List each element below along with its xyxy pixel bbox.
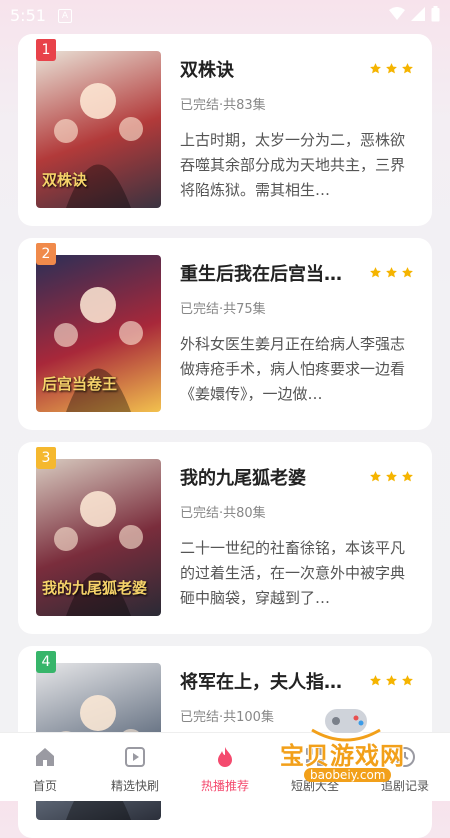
nav-item[interactable]: 热播推荐 [180, 733, 270, 801]
star-icon [385, 60, 398, 79]
rating-stars [369, 672, 414, 691]
drama-meta: 已完结·共80集 [180, 506, 266, 521]
rating-stars [369, 264, 414, 283]
home-icon [33, 745, 57, 769]
rank-badge: 2 [36, 243, 56, 265]
status-icons [389, 6, 440, 22]
nav-label: 首页 [32, 779, 57, 793]
battery-icon [431, 6, 440, 22]
star-icon [401, 468, 414, 487]
rating-stars [369, 60, 414, 79]
drama-title[interactable]: 重生后我在后宫当卷王 [180, 260, 350, 286]
star-icon [385, 672, 398, 691]
nav-label: 追剧记录 [380, 779, 429, 793]
nav-item[interactable]: 短剧大全 [270, 733, 360, 801]
star-icon [401, 264, 414, 283]
bottom-nav: 首页 精选快刷 热播推荐 短剧大全 追剧记录 [0, 732, 450, 801]
drama-description: 外科女医生姜月正在给病人李强志做痔疮手术，病人怕疼要求一边看《姜嬛传》，一边做… [180, 335, 406, 403]
drama-description: 二十一世纪的社畜徐铭，本该平凡的过着生活，在一次意外中被字典砸中脑袋，穿越到了… [180, 539, 406, 607]
nav-label: 短剧大全 [290, 779, 339, 793]
nav-item[interactable]: 追剧记录 [360, 733, 450, 801]
drama-title[interactable]: 将军在上，夫人指东我不往西 [180, 668, 350, 694]
star-icon [401, 672, 414, 691]
drama-poster[interactable]: 后宫当卷王 [36, 255, 161, 412]
drama-card[interactable]: 我的九尾狐老婆 3 我的九尾狐老婆 已完结·共80集 二十一世纪的社畜徐铭，本该… [18, 442, 432, 634]
star-icon [385, 468, 398, 487]
rank-badge: 3 [36, 447, 56, 469]
nav-item[interactable]: 精选快刷 [90, 733, 180, 801]
rank-badge: 1 [36, 39, 56, 61]
flame-icon [213, 745, 237, 769]
star-icon [369, 60, 382, 79]
star-icon [385, 264, 398, 283]
drama-meta: 已完结·共100集 [180, 710, 274, 725]
rating-stars [369, 468, 414, 487]
grid-icon [303, 745, 327, 769]
rank-badge: 4 [36, 651, 56, 673]
star-icon [369, 672, 382, 691]
drama-meta: 已完结·共83集 [180, 98, 266, 113]
wifi-icon [389, 7, 405, 20]
drama-poster[interactable]: 我的九尾狐老婆 [36, 459, 161, 616]
nav-label: 热播推荐 [200, 779, 249, 793]
drama-card[interactable]: 后宫当卷王 2 重生后我在后宫当卷王 已完结·共75集 外科女医生姜月正在给病人… [18, 238, 432, 430]
drama-title[interactable]: 双株诀 [180, 56, 350, 82]
poster-title: 我的九尾狐老婆 [42, 579, 148, 597]
star-icon [369, 468, 382, 487]
drama-poster[interactable]: 双株诀 [36, 51, 161, 208]
signal-icon [411, 7, 425, 21]
drama-title[interactable]: 我的九尾狐老婆 [180, 464, 350, 490]
star-icon [401, 60, 414, 79]
drama-meta: 已完结·共75集 [180, 302, 266, 317]
status-bar: 5:51 A [0, 0, 450, 32]
status-time: 5:51 [10, 6, 46, 25]
play-icon [123, 745, 147, 769]
drama-card[interactable]: 双株诀 1 双株诀 已完结·共83集 上古时期，太岁一分为二，恶株欲吞噬其余部分… [18, 34, 432, 226]
history-icon [393, 745, 417, 769]
poster-title: 后宫当卷王 [42, 375, 118, 393]
poster-title: 双株诀 [42, 171, 88, 189]
nav-item[interactable]: 首页 [0, 733, 90, 801]
notification-icon: A [58, 9, 72, 23]
nav-label: 精选快刷 [110, 779, 159, 793]
star-icon [369, 264, 382, 283]
drama-description: 上古时期，太岁一分为二，恶株欲吞噬其余部分成为天地共主，三界将陷炼狱。需其相生… [180, 131, 406, 199]
